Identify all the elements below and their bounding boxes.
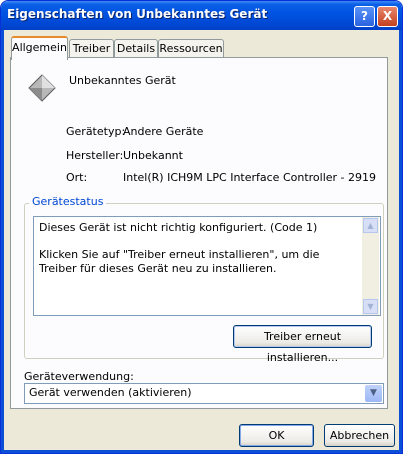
location-value: Intel(R) ICH9M LPC Interface Controller … <box>123 171 377 184</box>
device-status-textbox[interactable]: Dieses Gerät ist nicht richtig konfiguri… <box>33 216 381 316</box>
unknown-device-icon <box>28 74 56 102</box>
ok-button[interactable]: OK <box>239 424 314 447</box>
device-usage-label: Geräteverwendung: <box>24 370 134 383</box>
tab-panel-general: Unbekanntes Gerät Gerätetyp: Andere Gerä… <box>10 57 388 409</box>
device-usage-select[interactable]: Gerät verwenden (aktivieren) ▼ <box>24 383 384 404</box>
device-type-label: Gerätetyp: <box>66 125 126 138</box>
manufacturer-label: Hersteller: <box>66 149 124 162</box>
scroll-up-icon[interactable]: ▲ <box>363 218 378 233</box>
manufacturer-value: Unbekannt <box>123 149 183 162</box>
close-button[interactable]: X <box>377 6 398 27</box>
window-frame-right <box>399 30 402 453</box>
device-status-text: Dieses Gerät ist nicht richtig konfiguri… <box>39 221 359 276</box>
device-type-value: Andere Geräte <box>123 125 204 138</box>
cancel-button[interactable]: Abbrechen <box>324 424 395 447</box>
title-bar[interactable]: Eigenschaften von Unbekanntes Gerät ? X <box>1 1 402 30</box>
window-title: Eigenschaften von Unbekanntes Gerät <box>7 7 268 21</box>
status-line-instruction: Klicken Sie auf "Treiber erneut installi… <box>39 248 320 275</box>
tab-details[interactable]: Details <box>114 39 158 58</box>
tab-treiber[interactable]: Treiber <box>69 39 114 58</box>
status-line-code: Dieses Gerät ist nicht richtig konfiguri… <box>39 221 318 234</box>
tab-ressourcen[interactable]: Ressourcen <box>158 39 224 58</box>
device-usage-value: Gerät verwenden (aktivieren) <box>29 386 192 399</box>
status-scrollbar[interactable]: ▲ ▼ <box>362 217 379 315</box>
device-name: Unbekanntes Gerät <box>69 74 176 87</box>
scroll-down-icon[interactable]: ▼ <box>363 299 378 314</box>
reinstall-driver-button[interactable]: Treiber erneut installieren... <box>233 325 372 364</box>
location-label: Ort: <box>66 171 88 184</box>
properties-dialog: Eigenschaften von Unbekanntes Gerät ? X … <box>0 0 403 454</box>
window-frame-bottom <box>1 450 402 453</box>
window-frame-left <box>1 30 4 453</box>
chevron-down-icon[interactable]: ▼ <box>365 385 382 402</box>
help-button[interactable]: ? <box>354 6 375 27</box>
device-status-label: Gerätestatus <box>29 195 107 208</box>
tab-allgemein[interactable]: Allgemein <box>11 36 68 60</box>
